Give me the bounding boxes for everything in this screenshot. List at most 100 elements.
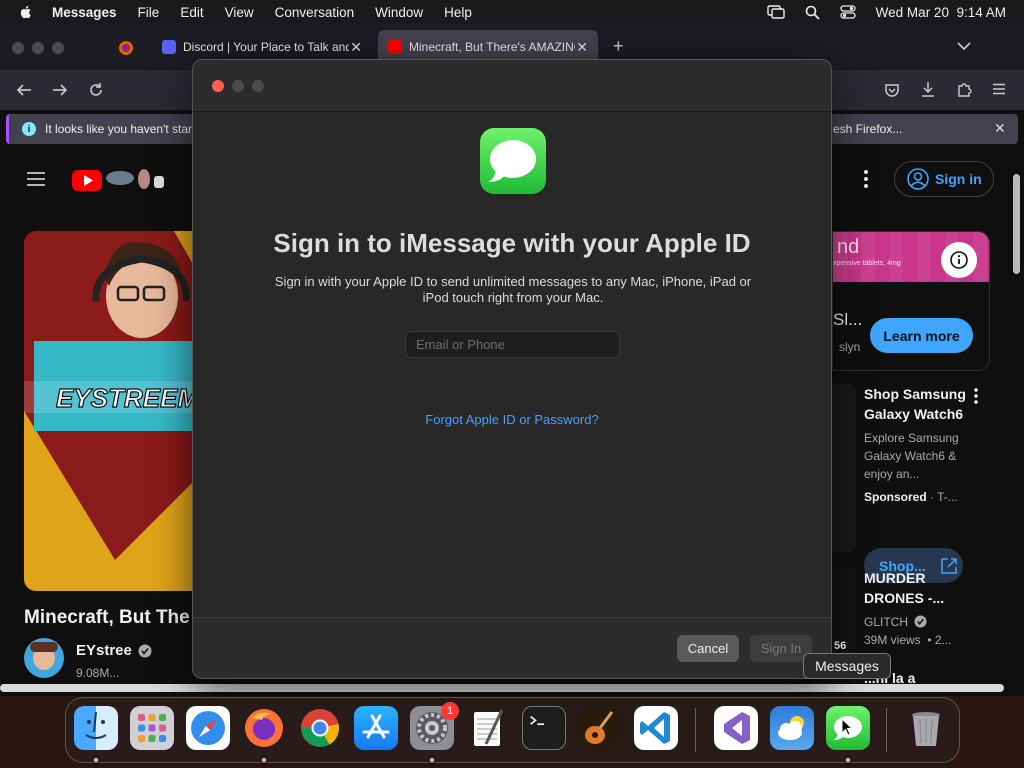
tab-title: Minecraft, But There's AMAZING [409,40,575,54]
reload-icon[interactable] [88,82,104,98]
forgot-password-link[interactable]: Forgot Apple ID or Password? [193,412,831,427]
cancel-button[interactable]: Cancel [677,635,739,662]
video-duration: 56 [834,640,847,652]
finder-icon [85,711,107,739]
hamburger-menu-icon[interactable] [26,172,46,186]
dock-weather[interactable] [770,706,814,750]
back-icon[interactable] [16,83,32,97]
account-icon [907,168,929,190]
product-thumbnail[interactable] [832,384,856,552]
running-indicator [94,758,98,762]
dock-textedit[interactable] [466,706,510,750]
menu-window[interactable]: Window [375,5,423,20]
menu-view[interactable]: View [225,5,254,20]
refresh-firefox-button[interactable]: esh Firefox... [833,122,902,136]
terminal-icon [530,715,544,726]
sponsored-description: Explore Samsung Galaxy Watch6 & enjoy an… [864,431,959,481]
dock-launchpad[interactable] [130,706,174,750]
chevron-down-icon[interactable] [957,42,971,51]
avatar[interactable] [24,638,64,678]
ad-brand: nd [837,236,860,258]
menu-app-name[interactable]: Messages [52,5,117,20]
guitar-icon [585,711,614,744]
info-icon: i [22,122,36,136]
chrome-icon [301,709,339,747]
dock-vscode[interactable] [634,706,678,750]
dock-finder[interactable] [74,706,118,750]
control-center-icon[interactable] [840,5,856,19]
weather-cloud-icon [778,716,804,740]
ad-info-icon[interactable] [941,242,977,278]
app-menu-icon[interactable] [992,83,1006,95]
channel-name[interactable]: EYstree [76,642,132,659]
menu-bar: Messages File Edit View Conversation Win… [0,0,1024,24]
browser-close-dot[interactable] [12,42,24,54]
window-titlebar [193,60,831,112]
running-indicator [262,758,266,762]
menu-file[interactable]: File [138,5,160,20]
extensions-icon[interactable] [956,81,972,97]
dialog-description: Sign in with your Apple ID to send unlim… [274,274,752,305]
youtube-logo[interactable] [72,167,172,198]
sign-in-label: Sign in [935,171,982,187]
browser-minimize-dot[interactable] [32,42,44,54]
discord-icon [162,40,176,54]
apple-id-input[interactable] [405,331,620,358]
sponsored-suffix: · T-... [930,490,958,504]
menu-edit[interactable]: Edit [180,5,203,20]
forward-icon[interactable] [52,83,68,97]
close-notification-icon[interactable]: ✕ [994,120,1006,137]
sponsored-meta: Sponsored · T-... [864,490,958,504]
apple-icon[interactable] [18,4,34,20]
sponsored-title[interactable]: Shop Samsung Galaxy Watch6 [864,384,974,424]
ad-title: Sl... [833,310,863,329]
screen-mirroring-icon[interactable] [766,5,785,19]
spotlight-search-icon[interactable] [805,5,820,20]
ad-brand-subtitle: xpensive tablets, 4mg [833,260,901,267]
close-tab-icon[interactable]: ✕ [576,39,588,56]
close-tab-icon[interactable]: ✕ [350,39,362,56]
dock-chrome[interactable] [298,706,342,750]
dock-garageband[interactable] [578,706,622,750]
next-video-title[interactable]: MURDER DRONES -... [864,568,974,608]
horizontal-scrollbar[interactable] [0,684,1004,692]
notification-text: It looks like you haven't start [45,122,196,136]
sign-in-button[interactable]: Sign in [894,161,994,197]
dock-app-store[interactable] [354,706,398,750]
running-indicator [846,758,850,762]
next-video-stats: 39M views • 2... [864,633,952,647]
downloads-icon[interactable] [920,81,936,98]
menu-conversation[interactable]: Conversation [275,5,355,20]
safari-icon [191,711,225,745]
close-window-icon[interactable] [212,80,224,92]
ad-subtitle: slyn [839,340,861,354]
browser-zoom-dot[interactable] [52,42,64,54]
dock-firefox[interactable] [242,706,286,750]
dialog-body: Sign in to iMessage with your Apple ID S… [193,112,831,617]
dock [65,697,960,763]
dock-terminal[interactable] [522,706,566,750]
pocket-icon[interactable] [884,82,900,98]
zoom-window-icon[interactable] [252,80,264,92]
menu-datetime[interactable]: Wed Mar 20 9:14 AM [876,5,1006,20]
messages-app-icon [480,128,546,194]
new-tab-icon[interactable]: + [613,36,624,57]
video-title[interactable]: Minecraft, But The [24,607,190,629]
more-options-icon[interactable] [864,170,868,188]
dock-visual-studio[interactable] [714,706,758,750]
next-video-thumbnail[interactable]: 56 [832,568,856,656]
visual-studio-icon [724,712,750,744]
dock-safari[interactable] [186,706,230,750]
menu-help[interactable]: Help [444,5,472,20]
more-options-icon[interactable] [974,388,978,404]
next-video-channel[interactable]: GLITCH [864,615,908,629]
video-thumbnail[interactable]: EYSTREEM [24,231,214,591]
learn-more-button[interactable]: Learn more [870,318,973,353]
textedit-icon [474,709,504,746]
trash-icon [912,712,940,746]
dock-trash[interactable] [904,706,948,750]
firefox-view-icon[interactable] [118,40,134,56]
vertical-scrollbar[interactable] [1013,174,1020,274]
minimize-window-icon[interactable] [232,80,244,92]
running-indicator [430,758,434,762]
